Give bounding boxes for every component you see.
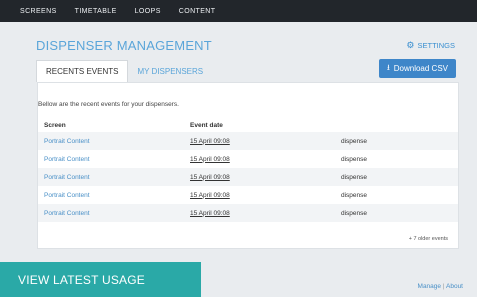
column-header-screen: Screen <box>44 121 66 129</box>
top-nav: SCREENS TIMETABLE LOOPS CONTENT <box>0 0 477 22</box>
page-title: DISPENSER MANAGEMENT <box>36 38 212 53</box>
nav-item-screens[interactable]: SCREENS <box>20 8 57 15</box>
tab-recent-events[interactable]: RECENTS EVENTS <box>36 60 129 82</box>
event-date-link[interactable]: 15 April 09:08 <box>190 174 230 181</box>
screen-link[interactable]: Portrait Content <box>44 210 90 217</box>
event-date-link[interactable]: 15 April 09:08 <box>190 138 230 145</box>
event-action: dispense <box>341 209 368 217</box>
nav-item-timetable[interactable]: TIMETABLE <box>75 8 117 15</box>
gear-icon: ⚙ <box>406 40 415 50</box>
table-header-row: Screen Event date <box>38 118 458 132</box>
settings-label: SETTINGS <box>417 41 455 50</box>
column-header-action <box>335 118 458 132</box>
view-latest-usage-button[interactable]: VIEW LATEST USAGE <box>0 262 201 297</box>
table-row: Portrait Content 15 April 09:08 dispense <box>38 150 458 168</box>
screen-link[interactable]: Portrait Content <box>44 156 90 163</box>
event-action: dispense <box>341 137 368 145</box>
settings-link[interactable]: ⚙ SETTINGS <box>406 40 455 51</box>
tab-bar: RECENTS EVENTS MY DISPENSERS <box>36 60 212 82</box>
events-panel: Bellow are the recent events for your di… <box>37 82 459 249</box>
tab-my-dispensers[interactable]: MY DISPENSERS <box>128 60 212 82</box>
older-events-link[interactable]: + 7 older events <box>409 236 448 242</box>
events-intro: Bellow are the recent events for your di… <box>38 101 179 108</box>
footer-links: Manage | About <box>418 283 463 290</box>
download-icon: ⭳ <box>386 62 390 72</box>
nav-item-content[interactable]: CONTENT <box>179 8 216 15</box>
events-table: Screen Event date Portrait Content 15 Ap… <box>38 118 458 222</box>
table-row: Portrait Content 15 April 09:08 dispense <box>38 186 458 204</box>
event-action: dispense <box>341 155 368 163</box>
screen-link[interactable]: Portrait Content <box>44 138 90 145</box>
download-label: Download CSV <box>393 64 448 73</box>
table-row: Portrait Content 15 April 09:08 dispense <box>38 204 458 222</box>
nav-item-loops[interactable]: LOOPS <box>135 8 161 15</box>
event-action: dispense <box>341 191 368 199</box>
about-link[interactable]: About <box>446 283 463 290</box>
event-date-link[interactable]: 15 April 09:08 <box>190 192 230 199</box>
screen-link[interactable]: Portrait Content <box>44 174 90 181</box>
event-date-link[interactable]: 15 April 09:08 <box>190 210 230 217</box>
screen-link[interactable]: Portrait Content <box>44 192 90 199</box>
footer-separator: | <box>442 283 445 290</box>
table-row: Portrait Content 15 April 09:08 dispense <box>38 132 458 150</box>
download-csv-button[interactable]: ⭳ Download CSV <box>378 59 456 78</box>
table-row: Portrait Content 15 April 09:08 dispense <box>38 168 458 186</box>
column-header-event-date: Event date <box>190 121 223 129</box>
manage-link[interactable]: Manage <box>418 283 442 290</box>
event-action: dispense <box>341 173 368 181</box>
event-date-link[interactable]: 15 April 09:08 <box>190 156 230 163</box>
